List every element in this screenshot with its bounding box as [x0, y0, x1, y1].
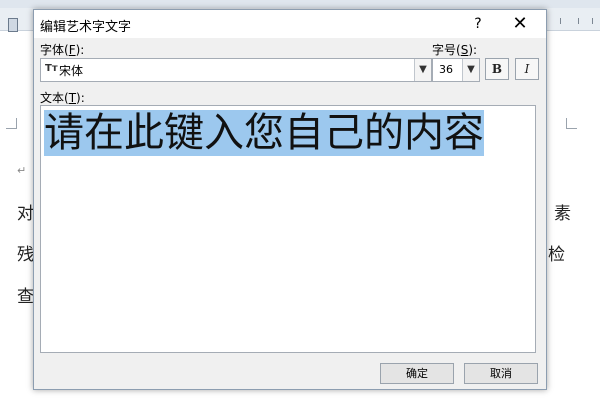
ruler-tick [560, 18, 561, 24]
size-label: 字号(S): [432, 43, 478, 57]
document-text: 查 [17, 287, 34, 307]
text-label: 文本(T): [40, 91, 85, 105]
indent-marker-icon[interactable] [8, 18, 18, 32]
wordart-text-input[interactable]: 请在此键入您自己的内容 [40, 105, 536, 353]
font-label: 字体(F): [40, 43, 85, 57]
page-corner-mark [566, 118, 577, 129]
help-icon[interactable]: ? [468, 14, 488, 34]
page-corner-mark [6, 118, 17, 129]
bold-button[interactable]: B [485, 58, 509, 80]
italic-button[interactable]: I [515, 58, 539, 80]
chevron-down-icon[interactable]: ▼ [414, 59, 431, 81]
size-select-value: 36 [439, 63, 453, 76]
truetype-font-icon: Tт [45, 63, 58, 74]
wordart-text-content: 请在此键入您自己的内容 [44, 110, 484, 156]
document-text: 残 [17, 245, 34, 265]
ruler-tick [578, 18, 579, 24]
cancel-button[interactable]: 取消 [464, 363, 538, 384]
size-select[interactable]: 36 ▼ [432, 58, 480, 82]
ok-button[interactable]: 确定 [380, 363, 454, 384]
font-select-value: 宋体 [59, 64, 84, 78]
paragraph-mark: ↵ [17, 164, 27, 177]
document-text: 检 [548, 245, 565, 265]
edit-wordart-dialog: 编辑艺术字文字 ? ✕ 字体(F): 字号(S): Tт 宋体 ▼ 36 ▼ B… [33, 9, 547, 390]
document-text: 素 [554, 204, 571, 224]
document-text: 对 [17, 204, 34, 224]
ruler-tick [592, 18, 593, 24]
dialog-titlebar[interactable]: 编辑艺术字文字 ? ✕ [34, 10, 546, 38]
dialog-title: 编辑艺术字文字 [40, 20, 132, 35]
close-icon[interactable]: ✕ [508, 13, 532, 35]
chevron-down-icon[interactable]: ▼ [462, 59, 479, 81]
font-select[interactable]: Tт 宋体 ▼ [40, 58, 432, 82]
